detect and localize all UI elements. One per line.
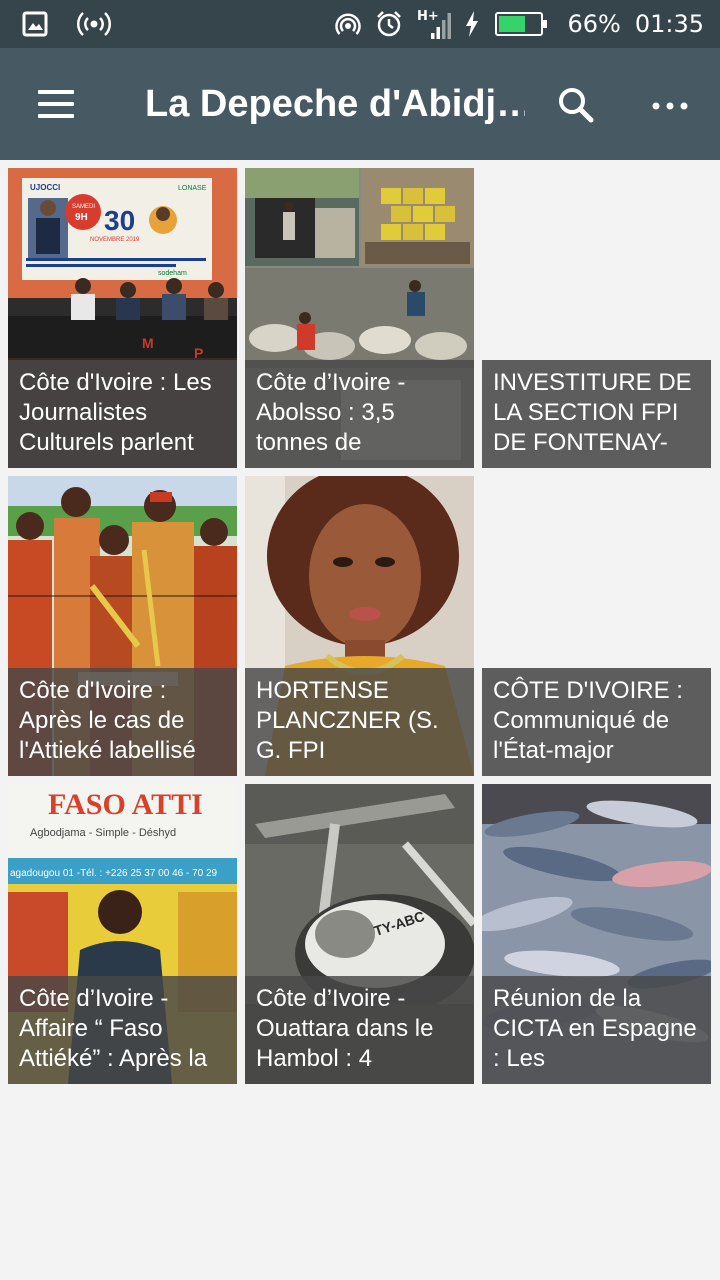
svg-text:agadougou 01 -Tél. : +226 25 3: agadougou 01 -Tél. : +226 25 37 00 46 - …: [10, 868, 218, 879]
svg-text:NOVEMBRE 2019: NOVEMBRE 2019: [90, 237, 140, 243]
battery-icon: [495, 12, 548, 36]
charging-icon: [466, 11, 479, 37]
article-caption: Côte d’Ivoire - Abolsso : 3,5 tonnes de: [245, 360, 474, 468]
svg-text:Agbodjama - Simple - Déshyd: Agbodjama - Simple - Déshyd: [30, 827, 176, 839]
article-card[interactable]: TY-ABC Côte d’Ivoire - Ouattara dans le …: [245, 784, 474, 1084]
article-caption: Côte d'Ivoire : Les Journalistes Culture…: [8, 360, 237, 468]
svg-text:LONASE: LONASE: [178, 185, 207, 192]
app-bar: La Depeche d'Abidj…: [0, 48, 720, 160]
article-card[interactable]: Réunion de la CICTA en Espagne : Les: [482, 784, 711, 1084]
article-caption: HORTENSE PLANCZNER (S. G. FPI: [245, 668, 474, 776]
article-card[interactable]: UJOCCI LONASE SAMEDI 9H 30 NOVEMBRE 2019…: [8, 168, 237, 468]
svg-text:H+: H+: [417, 9, 439, 24]
article-card[interactable]: HORTENSE PLANCZNER (S. G. FPI: [245, 476, 474, 776]
menu-button[interactable]: [36, 88, 76, 120]
svg-text:30: 30: [104, 205, 135, 236]
more-vert-icon: [652, 102, 688, 110]
app-title: La Depeche d'Abidj…: [145, 83, 525, 125]
article-caption: Côte d’Ivoire - Ouattara dans le Hambol …: [245, 976, 474, 1084]
article-card[interactable]: Côte d'Ivoire : Après le cas de l'Attiek…: [8, 476, 237, 776]
article-card[interactable]: Côte d’Ivoire - Abolsso : 3,5 tonnes de: [245, 168, 474, 468]
article-card[interactable]: CÔTE D'IVOIRE : Communiqué de l'État-maj…: [482, 476, 711, 776]
article-caption: CÔTE D'IVOIRE : Communiqué de l'État-maj…: [482, 668, 711, 776]
svg-text:sodeham: sodeham: [158, 270, 187, 277]
svg-text:UJOCCI: UJOCCI: [30, 183, 60, 192]
status-time: 01:35: [634, 10, 704, 38]
article-caption: Côte d'Ivoire : Après le cas de l'Attiek…: [8, 668, 237, 776]
status-bar: H+ 66% 01:35: [0, 0, 720, 48]
article-card[interactable]: FASO ATTI Agbodjama - Simple - Déshyd ag…: [8, 784, 237, 1084]
svg-text:M: M: [142, 335, 154, 351]
battery-percent: 66%: [567, 10, 621, 38]
svg-text:FASO ATTI: FASO ATTI: [48, 788, 203, 821]
gallery-icon: [22, 11, 48, 37]
radio-broadcast-icon: [76, 12, 112, 36]
article-caption: Côte d’Ivoire - Affaire “ Faso Attiéké” …: [8, 976, 237, 1084]
alarm-icon: [377, 11, 402, 37]
article-caption: INVESTITURE DE LA SECTION FPI DE FONTENA…: [482, 360, 711, 468]
signal-h-plus-icon: H+: [417, 9, 452, 39]
article-card[interactable]: INVESTITURE DE LA SECTION FPI DE FONTENA…: [482, 168, 711, 468]
article-grid: UJOCCI LONASE SAMEDI 9H 30 NOVEMBRE 2019…: [8, 168, 712, 1084]
hotspot-icon: [335, 13, 362, 35]
menu-icon: [38, 90, 74, 94]
svg-text:SAMEDI: SAMEDI: [72, 204, 95, 210]
search-icon: [559, 88, 594, 123]
search-button[interactable]: [552, 82, 600, 130]
svg-text:P: P: [194, 345, 203, 361]
article-caption: Réunion de la CICTA en Espagne : Les: [482, 976, 711, 1084]
svg-text:9H: 9H: [75, 212, 88, 223]
more-options-button[interactable]: [648, 84, 692, 128]
